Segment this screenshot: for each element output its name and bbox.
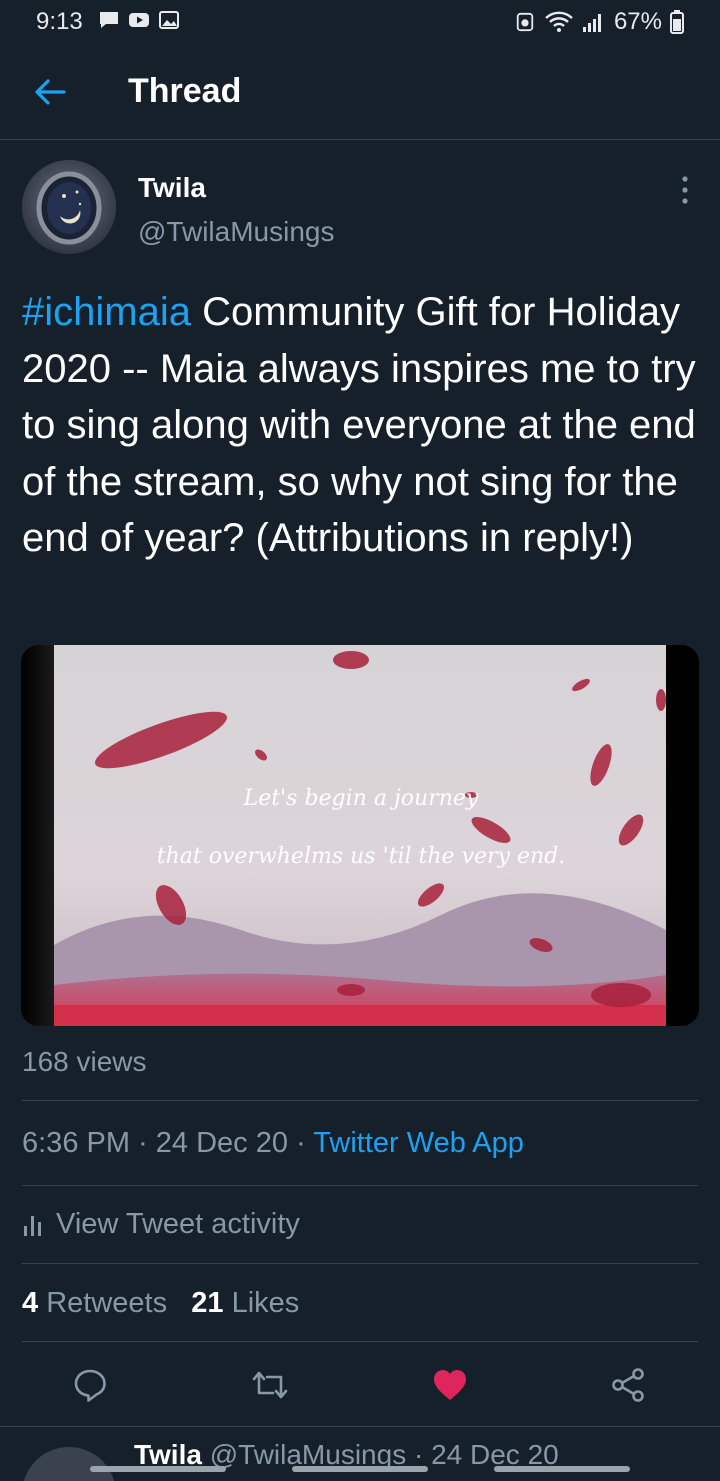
signal-icon <box>582 14 601 32</box>
battery-icon <box>670 10 684 34</box>
system-nav-bar <box>0 1458 720 1480</box>
tweet-time: 6:36 PM <box>22 1127 130 1159</box>
author-name[interactable]: Twila <box>138 172 206 204</box>
like-button[interactable] <box>420 1355 480 1415</box>
battery-percent: 67% <box>613 8 662 35</box>
view-activity-button[interactable]: View Tweet activity <box>22 1208 300 1241</box>
share-icon <box>612 1368 644 1402</box>
divider <box>22 1100 698 1101</box>
author-handle[interactable]: @TwilaMusings <box>138 216 334 248</box>
hashtag-link[interactable]: #ichimaia <box>22 290 191 334</box>
status-time: 9:13 <box>36 8 83 35</box>
tweet-meta: 6:36 PM · 24 Dec 20 · Twitter Web App <box>22 1127 524 1160</box>
nav-home-indicator[interactable] <box>292 1466 428 1472</box>
page-title: Thread <box>128 72 242 110</box>
divider <box>22 1263 698 1264</box>
meta-separator: · <box>138 1127 148 1159</box>
retweet-icon <box>252 1371 288 1399</box>
meta-separator: · <box>296 1127 306 1159</box>
retweet-button[interactable] <box>240 1355 300 1415</box>
retweets-stat[interactable]: 4 Retweets <box>22 1287 167 1319</box>
tweet-source-link[interactable]: Twitter Web App <box>313 1127 524 1159</box>
video-caption-line1: Let's begin a journey <box>243 786 479 811</box>
tweet-text: #ichimaia Community Gift for Holiday 202… <box>22 284 712 567</box>
youtube-icon <box>129 13 149 27</box>
bar-chart-icon <box>24 1215 41 1236</box>
status-bar: 9:13 67% <box>0 0 720 44</box>
notification-icons <box>98 10 180 30</box>
avatar[interactable] <box>22 160 116 254</box>
video-caption-line2: that overwhelms us 'til the very end. <box>157 844 565 869</box>
action-bar <box>0 1355 720 1415</box>
thread-header: Thread <box>0 44 720 140</box>
video-frame: Let's begin a journey that overwhelms us… <box>21 645 699 1026</box>
avatar-image <box>22 160 116 254</box>
view-count: 168 views <box>22 1046 147 1077</box>
engagement-stats: 4 Retweets 21 Likes <box>22 1287 299 1320</box>
retweets-label: Retweets <box>46 1287 168 1319</box>
divider <box>22 1185 698 1186</box>
back-arrow-icon[interactable] <box>32 74 68 110</box>
tweet-date: 24 Dec 20 <box>155 1127 288 1159</box>
share-button[interactable] <box>598 1355 658 1415</box>
nav-back-indicator[interactable] <box>494 1466 630 1472</box>
likes-label: Likes <box>231 1287 300 1319</box>
divider <box>22 1341 698 1342</box>
reply-icon <box>74 1369 106 1402</box>
activity-label: View Tweet activity <box>56 1208 300 1240</box>
wifi-icon <box>545 11 573 32</box>
video-thumbnail[interactable]: Let's begin a journey that overwhelms us… <box>21 645 699 1026</box>
like-icon <box>434 1370 466 1400</box>
status-right: 67% <box>514 8 684 36</box>
likes-stat[interactable]: 21 Likes <box>191 1287 299 1319</box>
reply-button[interactable] <box>60 1355 120 1415</box>
more-options-icon[interactable] <box>668 174 702 208</box>
nav-recent-indicator[interactable] <box>90 1466 226 1472</box>
image-icon <box>159 11 179 29</box>
likes-count: 21 <box>191 1287 224 1319</box>
recycle-icon <box>516 12 534 32</box>
message-icon <box>100 12 118 28</box>
retweets-count: 4 <box>22 1287 39 1319</box>
